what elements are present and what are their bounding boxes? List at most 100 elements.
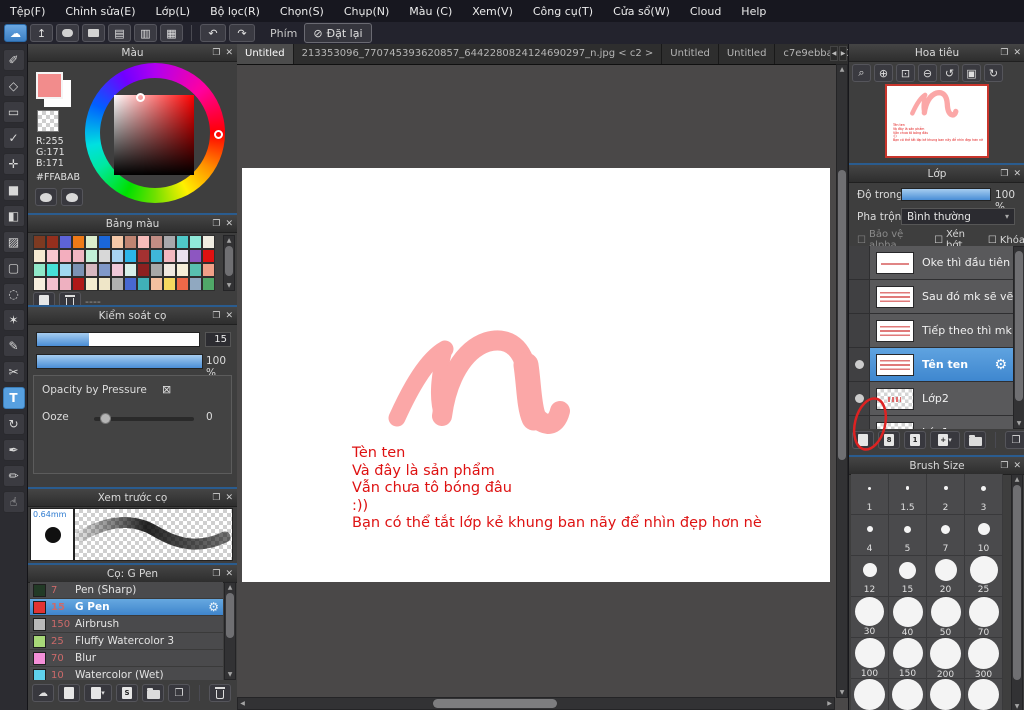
navigator-button[interactable]: ▣ — [962, 64, 981, 82]
menu-item[interactable]: Chụp(N) — [334, 1, 399, 22]
palette-swatch[interactable] — [137, 263, 150, 277]
tool-button[interactable]: ✏ — [2, 465, 25, 487]
add-brush-menu-button[interactable]: ▾ — [84, 684, 112, 702]
document-tab[interactable]: Untitled — [662, 44, 719, 64]
new-8bit-layer-button[interactable]: 8 — [878, 431, 900, 449]
palette-swatch[interactable] — [163, 235, 176, 249]
brush-size-slider[interactable] — [36, 332, 200, 347]
duplicate-brush-button[interactable]: ❐ — [168, 684, 190, 702]
popout-icon[interactable]: ❐ — [212, 493, 220, 503]
palette-swatch[interactable] — [124, 263, 137, 277]
palette-swatch[interactable] — [98, 277, 111, 291]
add-brush-button[interactable] — [58, 684, 80, 702]
scroll-up-icon[interactable]: ▲ — [224, 236, 234, 245]
layer-folder-button[interactable] — [964, 431, 986, 449]
palette-swatch[interactable] — [46, 235, 59, 249]
brush-size-cell[interactable]: 300 — [965, 638, 1003, 680]
document-tab[interactable]: 213353096_770745393620857_64422808241246… — [293, 44, 663, 64]
palette-swatch[interactable] — [189, 249, 202, 263]
palette-swatch[interactable] — [176, 263, 189, 277]
brush-row[interactable]: 25 Fluffy Watercolor 3 ⚙ — [30, 633, 223, 650]
navigator-button[interactable]: ↺ — [940, 64, 959, 82]
palette-swatch[interactable] — [163, 249, 176, 263]
brush-size-cell[interactable]: 150 — [889, 638, 927, 679]
palette-swatch[interactable] — [124, 235, 137, 249]
palette-swatch[interactable] — [98, 249, 111, 263]
brush-size-scrollbar[interactable]: ▲ ▼ — [1011, 474, 1023, 710]
menu-item[interactable]: Cloud — [680, 1, 731, 22]
palette-swatch[interactable] — [59, 235, 72, 249]
popout-icon[interactable]: ❐ — [212, 311, 220, 321]
ooze-knob[interactable] — [100, 413, 111, 424]
palette-swatch[interactable] — [111, 263, 124, 277]
document-tab[interactable]: Untitled — [718, 44, 776, 64]
popout-icon[interactable]: ❐ — [1000, 48, 1008, 58]
canvas-vscrollbar[interactable]: ▲ ▼ — [836, 64, 848, 698]
cloud-sync-button[interactable]: ☁ — [4, 24, 27, 42]
palette-swatch[interactable] — [150, 263, 163, 277]
popout-icon[interactable]: ❐ — [212, 48, 220, 58]
brush-folder-button[interactable] — [142, 684, 164, 702]
foreground-color-swatch[interactable] — [36, 72, 63, 99]
palette-swatch[interactable] — [202, 235, 215, 249]
hue-selector[interactable] — [214, 130, 223, 139]
navigator-button[interactable]: ⌕ — [852, 64, 871, 82]
palette-swatch[interactable] — [150, 249, 163, 263]
navigator-button[interactable]: ⊕ — [874, 64, 893, 82]
brush-size-cell[interactable]: 3 — [965, 474, 1003, 515]
tool-button[interactable]: ☝ — [2, 491, 25, 513]
palette-swatch[interactable] — [46, 263, 59, 277]
palette-swatch[interactable] — [189, 277, 202, 291]
tool-button[interactable]: ✶ — [2, 309, 25, 331]
palette-swatch[interactable] — [137, 249, 150, 263]
palette-scrollbar[interactable]: ▲ ▼ — [223, 235, 235, 291]
redo-button[interactable]: ↷ — [229, 24, 255, 42]
brush-row[interactable]: 7 Pen (Sharp) ⚙ — [30, 582, 223, 599]
brush-size-cell[interactable]: 70 — [965, 597, 1003, 638]
menu-item[interactable]: Xem(V) — [462, 1, 523, 22]
new-layer-button[interactable] — [852, 431, 874, 449]
scroll-up-icon[interactable]: ▲ — [1012, 475, 1022, 484]
brush-row[interactable]: 150 Airbrush ⚙ — [30, 616, 223, 633]
tool-button[interactable]: ↻ — [2, 413, 25, 435]
palette-swatch[interactable] — [33, 277, 46, 291]
palette-swatch[interactable] — [124, 277, 137, 291]
brush-size-cell[interactable]: 7 — [927, 515, 965, 556]
brush-size-cell[interactable]: 1 — [851, 474, 889, 515]
palette-swatch[interactable] — [202, 263, 215, 277]
canvas-hscrollbar[interactable]: ◀ ▶ — [237, 697, 835, 710]
list-button[interactable]: ▥ — [134, 24, 157, 42]
tool-button[interactable]: ✓ — [2, 127, 25, 149]
close-icon[interactable]: ✕ — [1013, 461, 1021, 471]
brush-size-cell[interactable] — [851, 679, 889, 710]
layer-opacity-slider[interactable] — [901, 188, 991, 201]
close-icon[interactable]: ✕ — [225, 493, 233, 503]
palette-new-button[interactable] — [33, 292, 55, 305]
palette-swatch[interactable] — [189, 235, 202, 249]
palette-swatch[interactable] — [85, 263, 98, 277]
popout-icon[interactable]: ❐ — [1000, 169, 1008, 179]
hscroll-thumb[interactable] — [433, 699, 557, 708]
tool-button[interactable]: ▨ — [2, 231, 25, 253]
palette-swatch[interactable] — [59, 263, 72, 277]
tool-button[interactable]: ✎ — [2, 335, 25, 357]
layer-visibility-toggle[interactable] — [849, 348, 870, 381]
new-1bit-layer-button[interactable]: 1 — [904, 431, 926, 449]
palette-swatch[interactable] — [163, 263, 176, 277]
menu-item[interactable]: Màu (C) — [399, 1, 462, 22]
palette-swatch[interactable] — [189, 263, 202, 277]
palette-swatch[interactable] — [72, 277, 85, 291]
palette-swatch[interactable] — [59, 249, 72, 263]
layer-visibility-toggle[interactable] — [849, 314, 870, 347]
close-icon[interactable]: ✕ — [225, 569, 233, 579]
menu-item[interactable]: Help — [731, 1, 776, 22]
palette-swatch[interactable] — [98, 235, 111, 249]
brush-size-cell[interactable]: 5 — [889, 515, 927, 556]
brush-size-cell[interactable]: 100 — [851, 638, 889, 679]
scroll-down-icon[interactable]: ▼ — [1014, 419, 1024, 428]
palette-swatch[interactable] — [202, 277, 215, 291]
close-icon[interactable]: ✕ — [225, 311, 233, 321]
brush-row[interactable]: 10 Watercolor (Wet) ⚙ — [30, 667, 223, 680]
tool-button[interactable]: T — [2, 387, 25, 409]
menu-item[interactable]: Lớp(L) — [146, 1, 201, 22]
